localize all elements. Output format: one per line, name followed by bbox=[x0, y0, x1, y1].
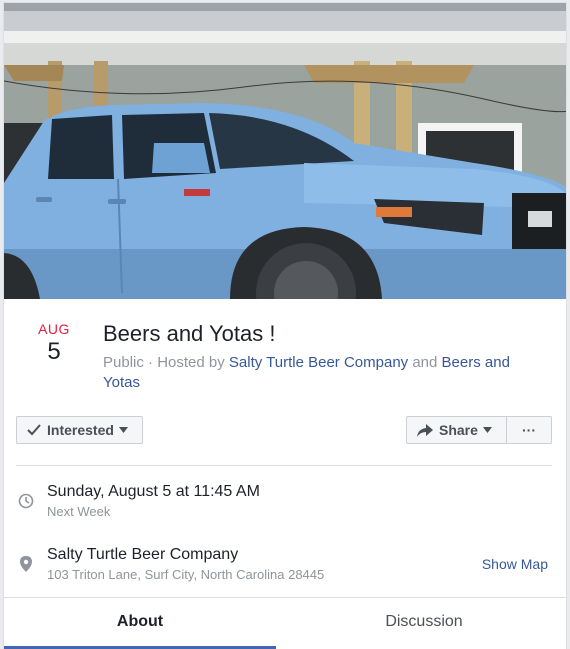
interested-label: Interested bbox=[47, 422, 114, 438]
meta-separator: · bbox=[148, 354, 154, 371]
event-privacy: Public bbox=[103, 354, 144, 371]
interested-button[interactable]: Interested bbox=[16, 416, 143, 444]
hosted-by-label: Hosted by bbox=[157, 354, 225, 371]
tab-discussion[interactable]: Discussion bbox=[288, 598, 560, 646]
more-options-button[interactable]: ··· bbox=[506, 416, 552, 444]
share-arrow-icon bbox=[417, 423, 433, 437]
event-tabs: About Discussion bbox=[4, 597, 566, 649]
event-day: 5 bbox=[47, 338, 61, 365]
host-link-salty-turtle[interactable]: Salty Turtle Beer Company bbox=[229, 354, 408, 371]
event-datetime[interactable]: Sunday, August 5 at 11:45 AM bbox=[47, 483, 260, 501]
event-relative-time: Next Week bbox=[47, 504, 111, 519]
event-card: AUG 5 Beers and Yotas ! Public · Hosted … bbox=[3, 2, 567, 649]
event-meta: Public · Hosted by Salty Turtle Beer Com… bbox=[103, 353, 543, 393]
and-word: and bbox=[412, 354, 438, 371]
location-name[interactable]: Salty Turtle Beer Company bbox=[47, 546, 238, 564]
share-button[interactable]: Share bbox=[406, 416, 506, 444]
tab-about[interactable]: About bbox=[4, 598, 276, 649]
caret-down-icon bbox=[118, 427, 128, 433]
share-label: Share bbox=[439, 422, 478, 438]
event-date: AUG 5 bbox=[32, 321, 76, 366]
event-cover-photo[interactable] bbox=[4, 3, 566, 299]
event-month: AUG bbox=[38, 321, 70, 337]
location-address: 103 Triton Lane, Surf City, North Caroli… bbox=[47, 567, 325, 582]
more-options-label: ··· bbox=[522, 422, 536, 438]
checkmark-icon bbox=[27, 424, 41, 436]
caret-down-icon bbox=[482, 427, 492, 433]
map-pin-icon bbox=[20, 556, 32, 577]
clock-icon bbox=[18, 493, 34, 514]
event-title: Beers and Yotas ! bbox=[103, 321, 276, 346]
show-map-link[interactable]: Show Map bbox=[482, 556, 548, 572]
cover-photo-image bbox=[4, 3, 566, 299]
section-divider bbox=[16, 465, 552, 466]
